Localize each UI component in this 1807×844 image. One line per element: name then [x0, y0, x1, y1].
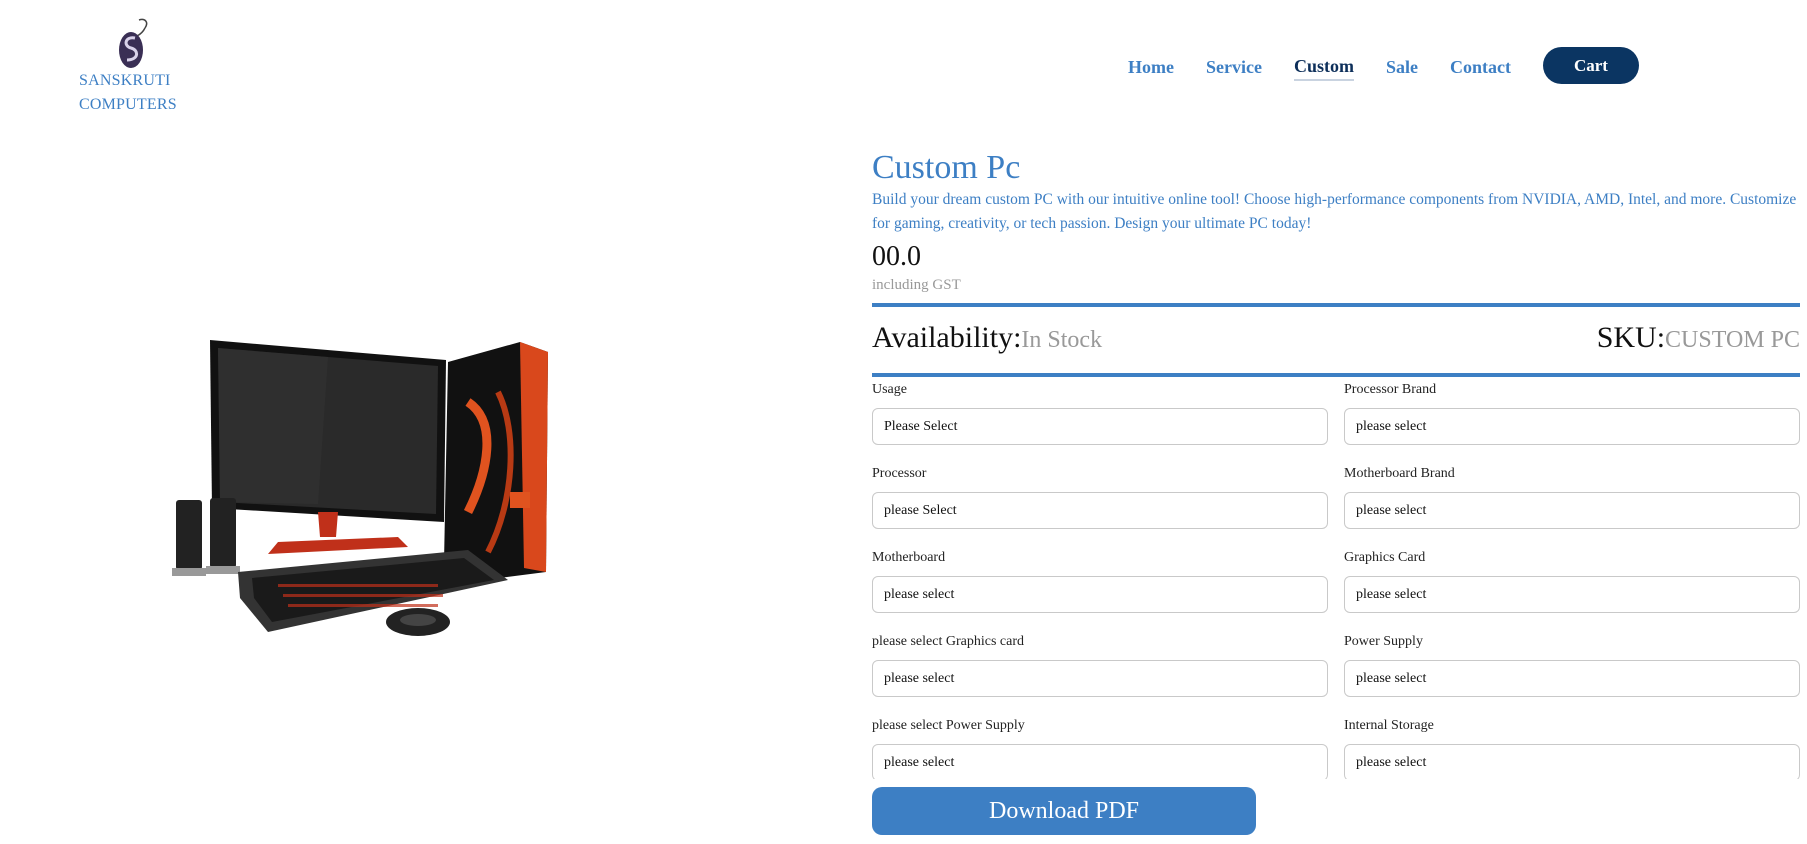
availability-row: Availability:In Stock SKU:CUSTOM PC [872, 307, 1800, 373]
nav-custom[interactable]: Custom [1293, 54, 1354, 81]
internal-storage-select[interactable]: please select [1344, 744, 1800, 779]
field-motherboard: Motherboard please select [872, 545, 1328, 629]
product-panel: Custom Pc Build your dream custom PC wit… [872, 148, 1800, 779]
nav-service[interactable]: Service [1206, 55, 1262, 79]
processor-brand-select[interactable]: please select [1344, 408, 1800, 445]
usage-select[interactable]: Please Select [872, 408, 1328, 445]
nav-sale[interactable]: Sale [1386, 55, 1418, 79]
brand-name-line2: COMPUTERS [79, 96, 177, 113]
field-usage: Usage Please Select [872, 377, 1328, 461]
field-processor-brand: Processor Brand please select [1344, 377, 1800, 461]
field-power-supply: Power Supply please select [1344, 629, 1800, 713]
field-label: Motherboard Brand [1344, 466, 1455, 481]
field-label: Processor Brand [1344, 382, 1437, 397]
field-motherboard-brand: Motherboard Brand please select [1344, 461, 1800, 545]
field-label: please select Graphics card [872, 634, 1024, 649]
field-label: Graphics Card [1344, 550, 1426, 565]
motherboard-select[interactable]: please select [872, 576, 1328, 613]
brand-name: SANSKRUTI COMPUTERS [79, 69, 177, 117]
page-title: Custom Pc [872, 149, 1021, 186]
nav-home[interactable]: Home [1128, 55, 1174, 79]
field-label: Internal Storage [1344, 718, 1434, 733]
sku-value: CUSTOM PC [1665, 327, 1800, 353]
field-power-supply-model: please select Power Supply please select [872, 713, 1328, 779]
field-label: Power Supply [1344, 634, 1423, 649]
nav-contact[interactable]: Contact [1450, 55, 1511, 79]
graphics-card-select[interactable]: please select [1344, 576, 1800, 613]
power-supply-select[interactable]: please select [1344, 660, 1800, 697]
brand-name-line1: SANSKRUTI [79, 72, 171, 89]
field-label: Processor [872, 466, 927, 481]
motherboard-brand-select[interactable]: please select [1344, 492, 1800, 529]
download-pdf-button[interactable]: Download PDF [872, 787, 1256, 835]
price: 00.0 [872, 241, 921, 272]
price-note: including GST [872, 277, 961, 293]
config-form: Usage Please Select Processor Brand plea… [872, 377, 1800, 779]
field-graphics-card-model: please select Graphics card please selec… [872, 629, 1328, 713]
availability-value: In Stock [1021, 327, 1103, 353]
field-internal-storage: Internal Storage please select [1344, 713, 1800, 779]
availability-label: Availability: [872, 321, 1022, 354]
field-processor: Processor please Select [872, 461, 1328, 545]
graphics-card-model-select[interactable]: please select [872, 660, 1328, 697]
mouse-s-logo-icon [119, 18, 148, 68]
product-description: Build your dream custom PC with our intu… [872, 191, 1797, 232]
power-supply-model-select[interactable]: please select [872, 744, 1328, 779]
processor-select[interactable]: please Select [872, 492, 1328, 529]
field-label: please select Power Supply [872, 718, 1025, 733]
main-nav: Home Service Custom Sale Contact Cart [1128, 47, 1639, 84]
sku-label: SKU: [1596, 321, 1666, 354]
field-label: Motherboard [872, 550, 946, 565]
field-label: Usage [872, 382, 907, 397]
gaming-pc-setup-image [172, 340, 548, 636]
cart-button[interactable]: Cart [1542, 47, 1639, 84]
field-graphics-card: Graphics Card please select [1344, 545, 1800, 629]
